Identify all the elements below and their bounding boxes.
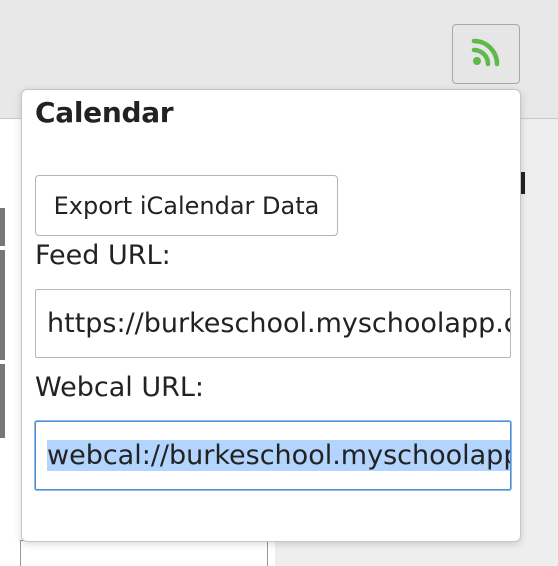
- webcal-url-field[interactable]: webcal://burkeschool.myschoolapp.com: [35, 421, 511, 490]
- feed-url-value: https://burkeschool.myschoolapp.com: [47, 308, 511, 339]
- webcal-url-label: Webcal URL:: [35, 372, 205, 403]
- rss-feed-button[interactable]: [452, 24, 520, 84]
- popover-title: Calendar: [35, 96, 174, 129]
- screen: Calendar Export iCalendar Data Feed URL:…: [0, 0, 558, 566]
- background-grid-line: [0, 208, 5, 246]
- background-grid-line: [0, 250, 5, 360]
- calendar-feed-popover: Calendar Export iCalendar Data Feed URL:…: [21, 89, 521, 542]
- feed-url-field[interactable]: https://burkeschool.myschoolapp.com: [35, 289, 511, 358]
- background-fragment: [521, 172, 525, 194]
- rss-icon: [471, 37, 501, 71]
- webcal-url-value: webcal://burkeschool.myschoolapp.com: [47, 440, 510, 471]
- background-cell: [20, 540, 268, 566]
- background-grid-line: [0, 364, 5, 438]
- export-icalendar-button[interactable]: Export iCalendar Data: [35, 175, 338, 236]
- feed-url-label: Feed URL:: [35, 240, 171, 271]
